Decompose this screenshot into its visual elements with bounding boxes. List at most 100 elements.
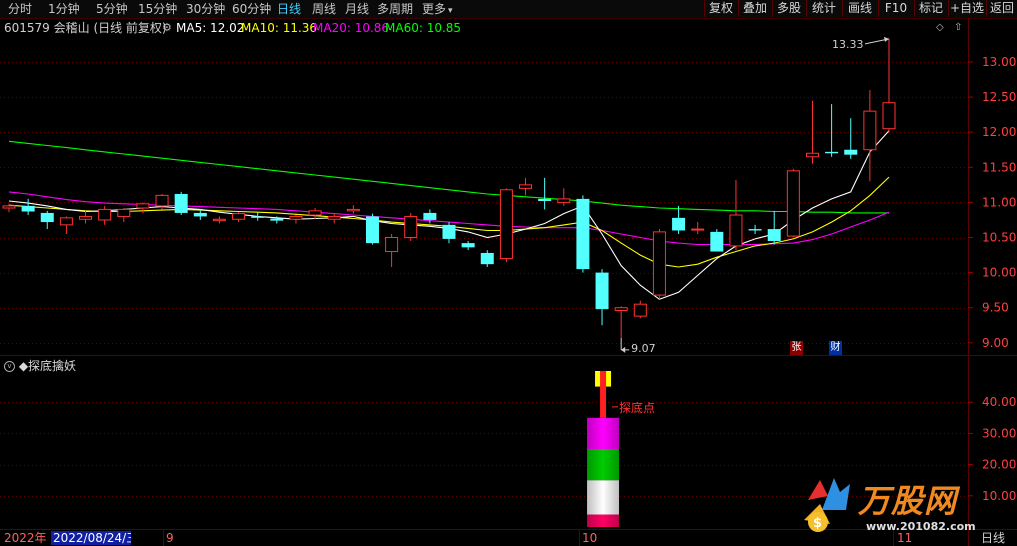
indicator-segment [587, 417, 620, 449]
candle-body [499, 189, 513, 260]
candle [232, 212, 246, 223]
candle [79, 210, 93, 224]
candle [691, 222, 705, 234]
candle [404, 212, 418, 242]
candle [59, 216, 73, 234]
candle [748, 224, 762, 234]
candle-body [136, 203, 150, 209]
candle [825, 104, 839, 157]
ma5-value: MA5: 12.02 [176, 21, 245, 35]
candle-body [633, 303, 647, 317]
candle-body [691, 228, 705, 231]
candle [308, 208, 322, 220]
candle-body [576, 198, 590, 270]
candle [365, 213, 379, 245]
watermark-logo-icon: $ [804, 478, 850, 532]
price-axis: 13.00 12.50 12.00 11.50 11.00 10.50 10.00 9.50 9… [968, 55, 1016, 503]
watermark-url: www.201082.com [866, 520, 976, 533]
candle [461, 241, 475, 251]
candle [538, 177, 552, 210]
price-tick-label: 12.00 [982, 125, 1016, 139]
candle [117, 208, 131, 223]
candle-body [289, 215, 303, 220]
candle [21, 198, 35, 216]
settings-gear-icon[interactable]: ⚙ [162, 20, 172, 36]
candle-body [786, 170, 800, 237]
candle-body [2, 205, 16, 209]
candle-body [825, 151, 839, 154]
price-tick-label: 10.50 [982, 231, 1016, 245]
candle [710, 229, 724, 252]
arrow-up-icon[interactable]: ⇧ [954, 20, 962, 36]
candle-body [212, 218, 226, 222]
candle [672, 205, 686, 234]
candle [98, 205, 112, 225]
candle-body [557, 198, 571, 203]
indicator-tick-label: 30.00 [982, 426, 1016, 440]
price-tick-label: 11.50 [982, 160, 1016, 174]
candle-body [385, 237, 399, 253]
candle-body [652, 231, 666, 296]
candle-body [461, 243, 475, 248]
price-tick-label: 9.50 [982, 301, 1009, 315]
candle-body [538, 198, 552, 201]
candle-body [767, 229, 781, 242]
candle-body [480, 252, 494, 265]
candle [595, 269, 609, 326]
stock-title: 601579 会稽山 (日线 前复权) [4, 21, 167, 35]
price-tick-label: 13.00 [982, 55, 1016, 69]
low-arrow-icon [621, 346, 626, 353]
ma60-line [8, 140, 889, 214]
candle [863, 90, 877, 182]
candle-body [21, 205, 35, 212]
price-tick-label: 11.00 [982, 195, 1016, 209]
collapse-icon[interactable]: v [4, 361, 15, 372]
candle [251, 212, 265, 221]
candle-body [346, 208, 360, 212]
candle-body [595, 272, 609, 310]
candle-body [729, 214, 743, 247]
candle-body [805, 152, 819, 158]
indicator-title[interactable]: v ◆探底擒妖 [4, 357, 76, 374]
candle [346, 205, 360, 214]
candle-body [59, 217, 73, 226]
candle-body [98, 208, 112, 221]
candle [786, 168, 800, 238]
chart-annotations [620, 36, 890, 353]
badge-cai[interactable]: 财 [829, 341, 842, 355]
candle [499, 188, 513, 263]
badge-zhang[interactable]: 张 [790, 341, 803, 355]
month-label-10: 10 [582, 531, 598, 545]
candle-body [863, 110, 877, 151]
candle-body [251, 216, 265, 218]
candle-body [193, 212, 207, 217]
period-axis-label: 日线 [981, 531, 1006, 545]
signal-label: 探底点 [619, 400, 656, 415]
candle-body [308, 210, 322, 216]
candle [289, 215, 303, 224]
diamond-icon[interactable]: ◇ [936, 20, 944, 36]
candle [767, 210, 781, 245]
indicator-tick-label: 10.00 [982, 489, 1016, 503]
price-tick-label: 9.00 [982, 336, 1009, 350]
candle-body [117, 208, 131, 217]
candle [519, 177, 533, 196]
candle-body [270, 218, 284, 221]
candle [882, 38, 896, 133]
high-price-label: 13.33 [832, 37, 864, 51]
candle [652, 229, 666, 300]
kline-chart[interactable]: 13.00 12.50 12.00 11.50 11.00 10.50 10.00 9.50 9… [0, 0, 1017, 546]
candle [442, 222, 456, 244]
high-arrow-icon [884, 36, 889, 42]
candle-body [614, 307, 628, 312]
candle-body [442, 224, 456, 239]
indicator-name: ◆探底擒妖 [18, 359, 77, 373]
candle [193, 209, 207, 220]
candle-body [155, 194, 169, 207]
candle-body [748, 229, 762, 231]
candle [174, 191, 188, 216]
candle-body [404, 215, 418, 239]
candle [212, 216, 226, 224]
indicator-segment [587, 449, 620, 481]
candle-body [365, 216, 379, 244]
